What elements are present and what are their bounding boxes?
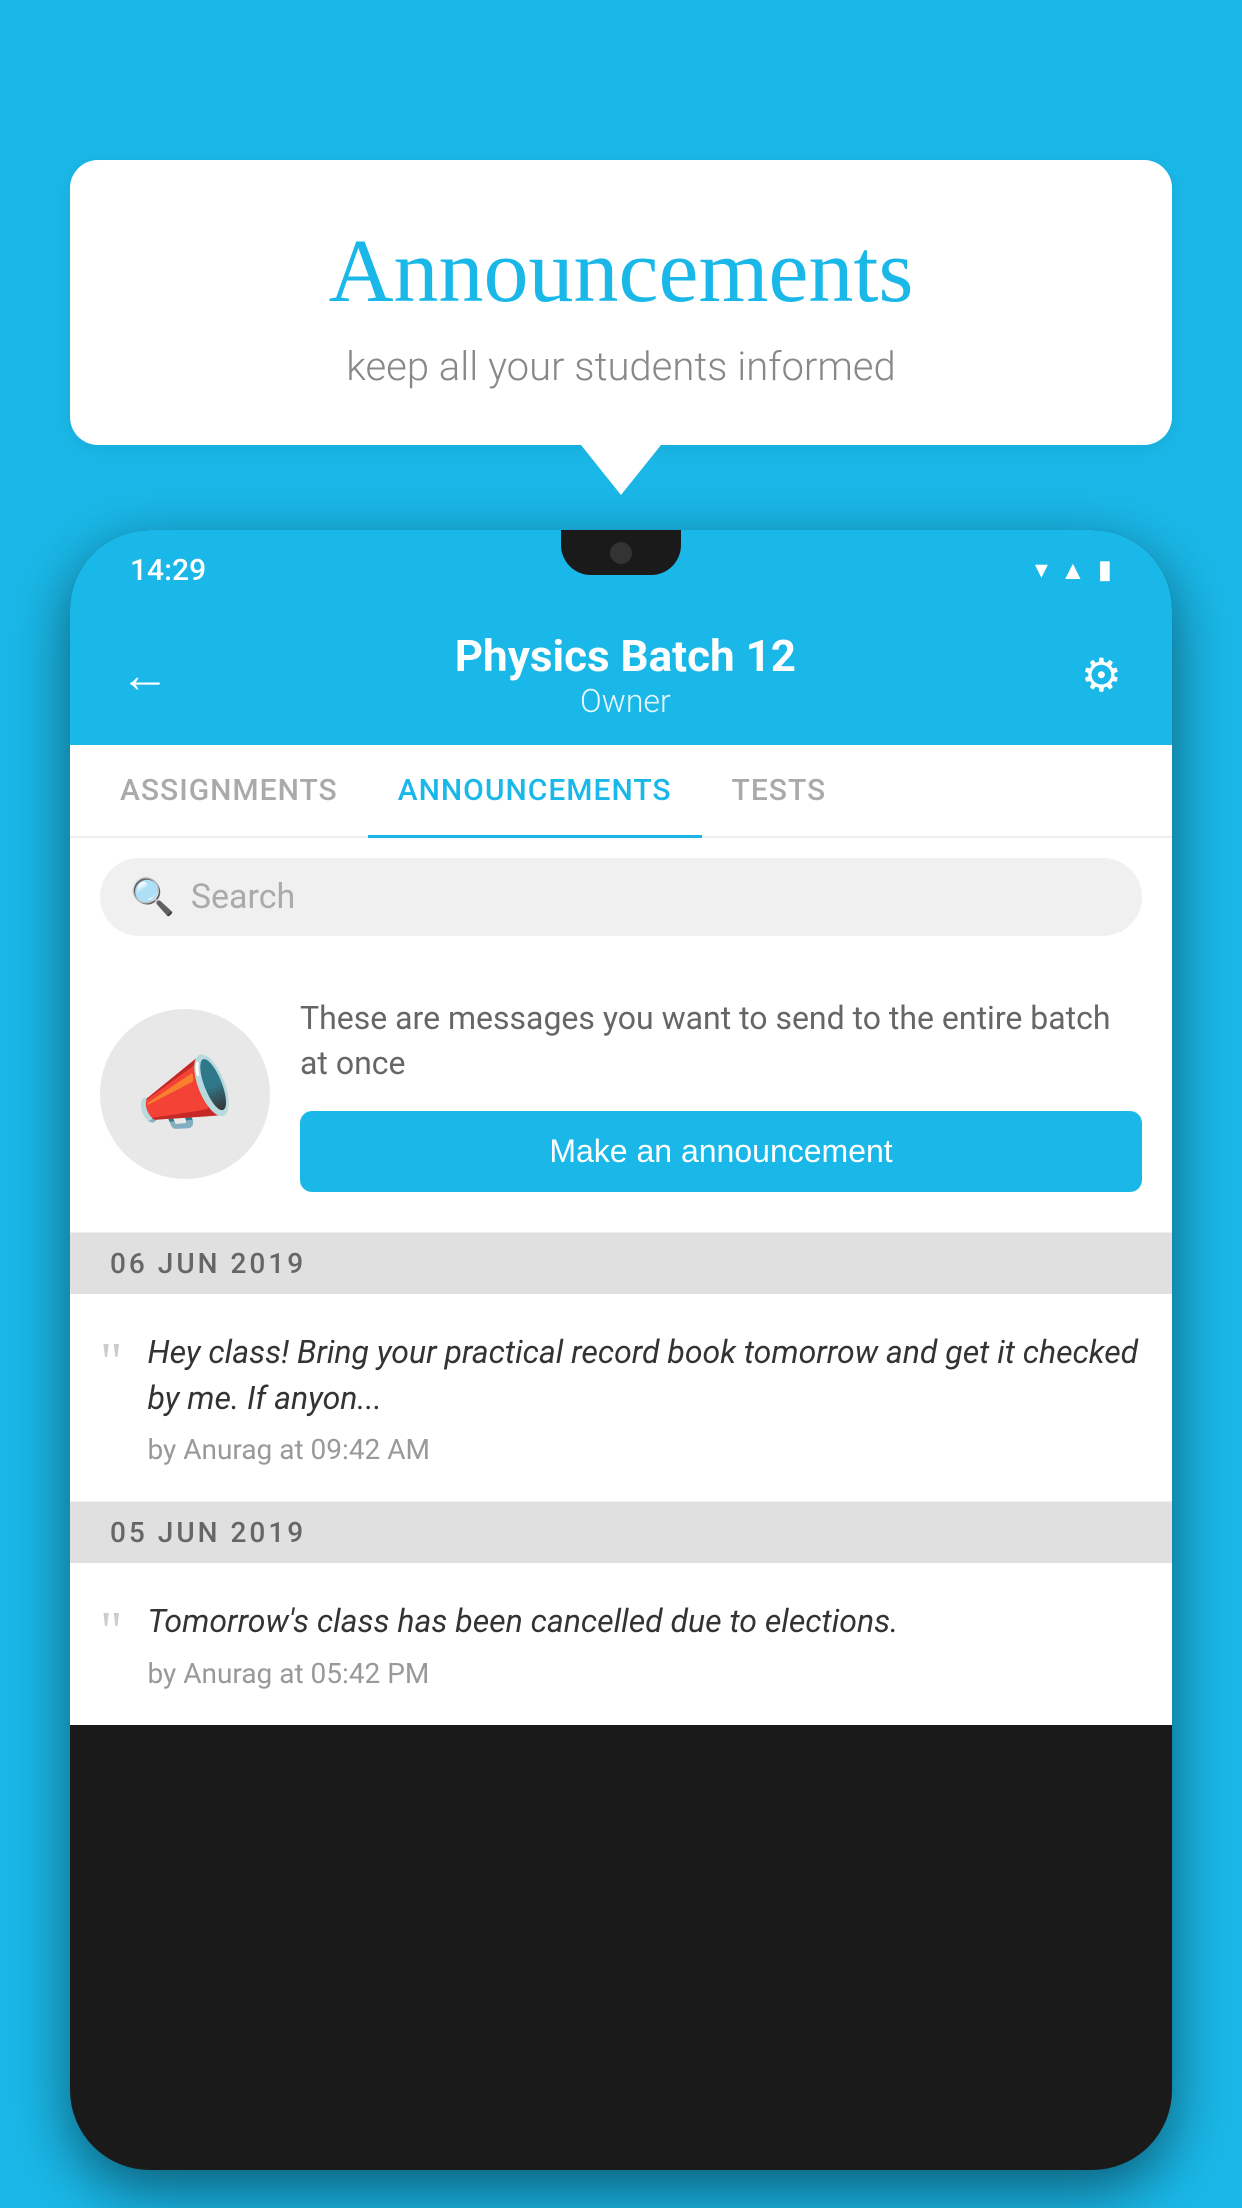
gear-icon[interactable]: ⚙	[1081, 648, 1122, 703]
announcement-item-1[interactable]: " Hey class! Bring your practical record…	[70, 1294, 1172, 1503]
search-bar-wrapper: 🔍 Search	[70, 838, 1172, 956]
announcement-meta-1: by Anurag at 09:42 AM	[147, 1433, 1142, 1466]
camera-dot	[610, 542, 632, 564]
phone-frame: 14:29 ▾ ▲ ▮ ← Physics Batch 12 Owner ⚙ A…	[70, 530, 1172, 2170]
search-input[interactable]: Search	[191, 877, 295, 917]
wifi-icon: ▾	[1035, 555, 1048, 585]
promo-description: These are messages you want to send to t…	[300, 996, 1142, 1086]
quote-icon-1: "	[100, 1334, 122, 1389]
megaphone-icon: 📣	[135, 1047, 235, 1141]
announcement-item-2[interactable]: " Tomorrow's class has been cancelled du…	[70, 1563, 1172, 1724]
speech-bubble-pointer	[581, 445, 661, 495]
signal-icon: ▲	[1060, 555, 1086, 586]
announcement-text-2: Tomorrow's class has been cancelled due …	[147, 1598, 898, 1644]
hero-section: Announcements keep all your students inf…	[70, 160, 1172, 495]
hero-subtitle: keep all your students informed	[130, 343, 1112, 390]
announcement-content-2: Tomorrow's class has been cancelled due …	[147, 1598, 898, 1689]
tabs-bar: ASSIGNMENTS ANNOUNCEMENTS TESTS	[70, 745, 1172, 838]
batch-role: Owner	[455, 682, 796, 720]
status-bar: 14:29 ▾ ▲ ▮	[70, 530, 1172, 610]
phone-wrapper: 14:29 ▾ ▲ ▮ ← Physics Batch 12 Owner ⚙ A…	[70, 530, 1172, 2208]
battery-icon: ▮	[1098, 555, 1112, 585]
megaphone-circle: 📣	[100, 1009, 270, 1179]
status-icons: ▾ ▲ ▮	[1035, 555, 1112, 586]
tab-announcements[interactable]: ANNOUNCEMENTS	[368, 745, 702, 836]
header-center: Physics Batch 12 Owner	[455, 630, 796, 720]
search-icon: 🔍	[130, 876, 175, 918]
announcement-content-1: Hey class! Bring your practical record b…	[147, 1329, 1142, 1467]
promo-card: 📣 These are messages you want to send to…	[70, 956, 1172, 1233]
date-label-2: 05 JUN 2019	[110, 1516, 306, 1549]
promo-right: These are messages you want to send to t…	[300, 996, 1142, 1192]
hero-title: Announcements	[130, 220, 1112, 323]
announcement-text-1: Hey class! Bring your practical record b…	[147, 1329, 1142, 1422]
back-button[interactable]: ←	[120, 646, 170, 705]
make-announcement-button[interactable]: Make an announcement	[300, 1111, 1142, 1192]
speech-bubble-card: Announcements keep all your students inf…	[70, 160, 1172, 445]
batch-title: Physics Batch 12	[455, 630, 796, 682]
announcement-meta-2: by Anurag at 05:42 PM	[147, 1657, 898, 1690]
app-header: ← Physics Batch 12 Owner ⚙	[70, 610, 1172, 745]
tab-tests[interactable]: TESTS	[702, 745, 857, 836]
search-bar[interactable]: 🔍 Search	[100, 858, 1142, 936]
date-separator-1: 06 JUN 2019	[70, 1233, 1172, 1294]
status-time: 14:29	[130, 553, 206, 588]
notch-cutout	[561, 530, 681, 575]
tab-assignments[interactable]: ASSIGNMENTS	[90, 745, 368, 836]
quote-icon-2: "	[100, 1603, 122, 1658]
date-separator-2: 05 JUN 2019	[70, 1502, 1172, 1563]
date-label-1: 06 JUN 2019	[110, 1247, 306, 1280]
phone-content: 🔍 Search 📣 These are messages you want t…	[70, 838, 1172, 1725]
